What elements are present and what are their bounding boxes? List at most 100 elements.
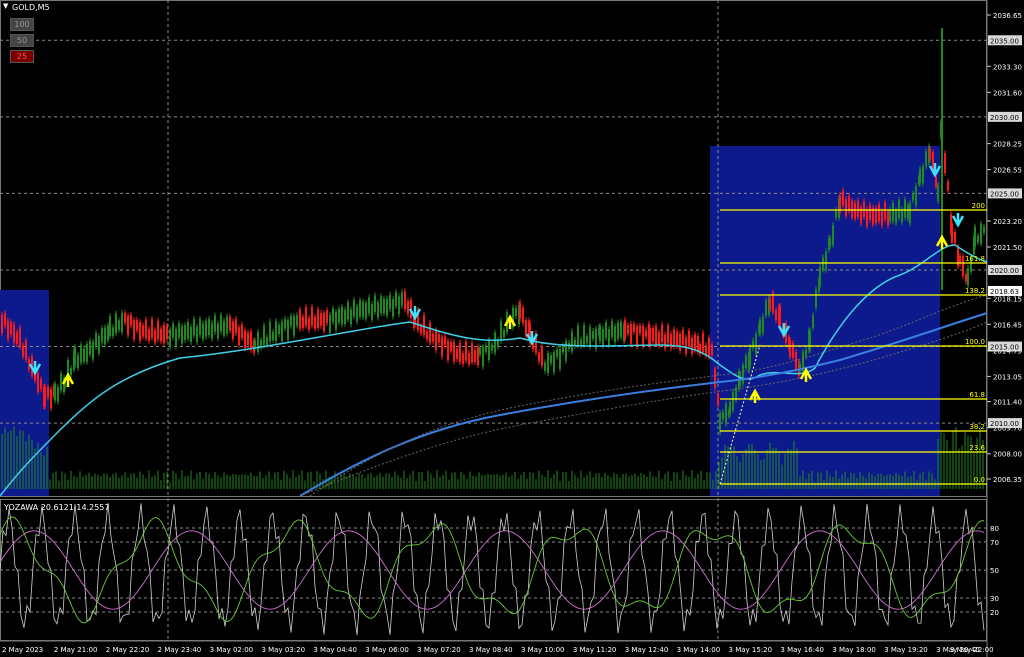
candle-body <box>922 166 924 184</box>
candle-body <box>544 362 546 371</box>
candle-body <box>562 345 564 353</box>
candle-body <box>611 321 613 338</box>
candle-body <box>299 309 301 329</box>
candle-body <box>16 332 18 345</box>
candle-body <box>435 330 437 351</box>
candle-body <box>92 341 94 360</box>
indicator-label: YOZAWA 20.6121 14.2557 <box>4 503 110 512</box>
candle-body <box>962 256 964 276</box>
candle-body <box>556 349 558 357</box>
candle-body <box>633 324 635 333</box>
candle-body <box>884 202 886 220</box>
candle-body <box>1 314 3 334</box>
time-tick-label: 2 May 21:00 <box>54 646 98 654</box>
candle-body <box>420 326 422 334</box>
candle-body <box>909 203 911 224</box>
sell-arrow-icon <box>951 213 965 228</box>
candle-body <box>944 153 946 173</box>
candle-body <box>901 209 903 223</box>
time-tick-label: 3 May 12:40 <box>625 646 669 654</box>
candle-body <box>809 331 811 350</box>
candle-body <box>967 267 969 286</box>
menu-triangle-icon[interactable]: ▼ <box>3 2 8 10</box>
candle-body <box>404 291 406 310</box>
candle-body <box>7 320 9 340</box>
candle-body <box>602 328 604 346</box>
candle-body <box>652 328 654 342</box>
fib-label: 38.2 <box>969 423 985 431</box>
candle-body <box>881 211 883 226</box>
candle-body <box>151 318 153 338</box>
candle-body <box>320 313 322 326</box>
candle-body <box>636 326 638 347</box>
candle-body <box>951 223 953 243</box>
candle-body <box>729 402 731 415</box>
candle-body <box>344 309 346 325</box>
time-tick-label: 2 May 23:40 <box>158 646 202 654</box>
fib-label: 161.8 <box>965 255 985 263</box>
candle-body <box>762 316 764 334</box>
price-tick-label: 2036.65 <box>993 12 1022 20</box>
candle-body <box>456 348 458 360</box>
candle-body <box>919 168 921 184</box>
candle-body <box>223 320 225 336</box>
candle-body <box>719 412 721 433</box>
time-tick-label: 3 May 16:40 <box>780 646 824 654</box>
candle-body <box>929 148 931 160</box>
candle-body <box>142 325 144 337</box>
candle-body <box>892 202 894 222</box>
price-tick-label: 2013.05 <box>993 373 1022 381</box>
candle-body <box>708 337 710 357</box>
indicator-levels <box>0 527 987 613</box>
candle-body <box>40 379 42 389</box>
candle-body <box>599 326 601 342</box>
candle-body <box>86 344 88 362</box>
time-tick-label: 3 May 18:00 <box>832 646 876 654</box>
candle-body <box>477 346 479 366</box>
zoom-button-100[interactable]: 100 <box>10 18 34 31</box>
candle-body <box>792 342 794 358</box>
candle-body <box>714 368 716 388</box>
candle-body <box>371 304 373 320</box>
candle-body <box>50 389 52 409</box>
candle-body <box>447 340 449 361</box>
price-tick-label: 2033.30 <box>993 63 1022 71</box>
candle-body <box>47 387 49 398</box>
candle-body <box>468 352 470 365</box>
candle-body <box>465 341 467 361</box>
candle-body <box>755 333 757 354</box>
candle-body <box>60 373 62 391</box>
candle-body <box>624 319 626 340</box>
candle-body <box>169 329 171 348</box>
candle-body <box>732 391 734 410</box>
candle-body <box>187 321 189 339</box>
candle-body <box>815 289 817 308</box>
chart-canvas[interactable]: 0.023.638.261.8100.0138.2161.82002036.65… <box>0 0 1024 657</box>
candle-body <box>281 321 283 342</box>
price-axis: 2036.65 2033.30 2031.60 2028.25 2026.55 2023.… <box>987 12 1022 484</box>
candle-body <box>217 323 219 339</box>
candle-body <box>525 320 527 337</box>
candle-body <box>89 340 91 355</box>
candle-body <box>745 355 747 368</box>
indicator-level-label: 50 <box>990 567 999 575</box>
candle-body <box>444 336 446 346</box>
zoom-button-50[interactable]: 50 <box>10 34 34 47</box>
candle-body <box>148 328 150 341</box>
candle-body <box>887 211 889 226</box>
candle-body <box>121 312 123 333</box>
candle-body <box>166 325 168 340</box>
candle-body <box>474 350 476 362</box>
oscillator-white-line <box>0 503 985 636</box>
candle-body <box>13 324 15 343</box>
candle-body <box>889 209 891 222</box>
candle-body <box>694 334 696 351</box>
candle-body <box>317 309 319 329</box>
candle-body <box>423 315 425 335</box>
zoom-button-25[interactable]: 25 <box>10 50 34 63</box>
candle-body <box>80 344 82 363</box>
candle-body <box>112 327 114 337</box>
candle-body <box>697 336 699 352</box>
candle-body <box>866 209 868 226</box>
candle-body <box>832 225 834 246</box>
